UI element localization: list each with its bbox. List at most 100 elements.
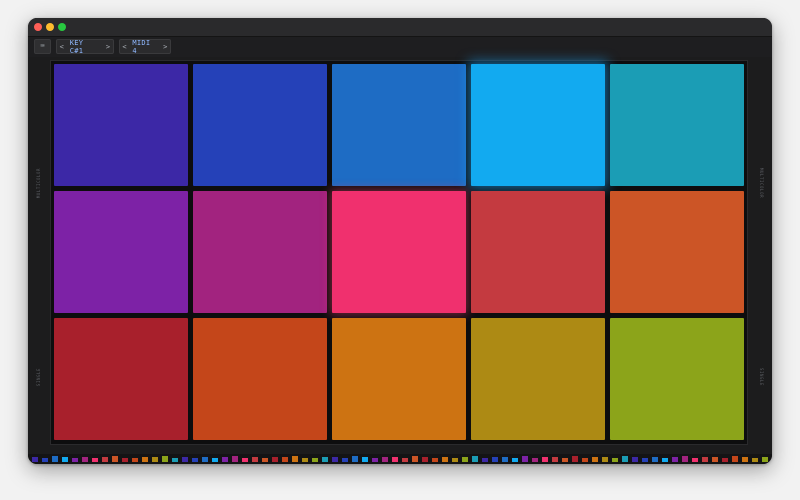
meter-bar bbox=[212, 458, 218, 462]
meter-bar bbox=[472, 456, 478, 462]
pad-r3-c5[interactable] bbox=[610, 318, 744, 440]
meter-bar bbox=[302, 458, 308, 462]
meter-bar bbox=[702, 457, 708, 462]
key-next-button[interactable]: > bbox=[103, 43, 113, 51]
meter-bar bbox=[222, 457, 228, 462]
pad-r1-c1[interactable] bbox=[54, 64, 188, 186]
meter-bar bbox=[62, 457, 68, 462]
meter-bar bbox=[272, 457, 278, 462]
pad-r1-c5[interactable] bbox=[610, 64, 744, 186]
meter-bar bbox=[342, 458, 348, 462]
meter-bar bbox=[622, 456, 628, 462]
meter-bar bbox=[102, 457, 108, 462]
midi-next-button[interactable]: > bbox=[161, 43, 170, 51]
meter-bar bbox=[452, 458, 458, 462]
meter-bar bbox=[722, 458, 728, 462]
meter-bar bbox=[242, 458, 248, 462]
pad-grid bbox=[50, 60, 748, 445]
midi-prev-button[interactable]: < bbox=[120, 43, 129, 51]
meter-bar bbox=[232, 456, 238, 462]
meter-bar bbox=[652, 457, 658, 462]
pad-r1-c4[interactable] bbox=[471, 64, 605, 186]
meter-bar bbox=[672, 457, 678, 462]
meter-bar bbox=[112, 456, 118, 462]
side-label-single-left: SINGLE bbox=[36, 368, 41, 387]
midi-value: MIDI 4 bbox=[132, 38, 151, 55]
meter-bar bbox=[362, 457, 368, 462]
meter-bar bbox=[192, 458, 198, 462]
pad-r2-c4[interactable] bbox=[471, 191, 605, 313]
toolbar: ⌨ < KEY C#1 > < MIDI 4 > bbox=[28, 37, 772, 57]
keyboard-icon[interactable]: ⌨ bbox=[34, 39, 51, 54]
meter-bar bbox=[542, 457, 548, 462]
side-label-multicolor-left: MULTICOLOR bbox=[36, 168, 41, 199]
pad-r3-c4[interactable] bbox=[471, 318, 605, 440]
meter-bar bbox=[312, 458, 318, 462]
meter-bar bbox=[422, 457, 428, 462]
meter-bar bbox=[322, 457, 328, 462]
meter-bar bbox=[142, 457, 148, 462]
meter-bar bbox=[642, 458, 648, 462]
meter-bar bbox=[752, 458, 758, 462]
meter-bar bbox=[552, 457, 558, 462]
midi-selector: < MIDI 4 > bbox=[119, 38, 171, 55]
level-meter bbox=[28, 454, 772, 464]
meter-bar bbox=[662, 458, 668, 462]
meter-bar bbox=[122, 458, 128, 462]
meter-bar bbox=[522, 456, 528, 462]
meter-bar bbox=[392, 457, 398, 462]
meter-bar bbox=[262, 458, 268, 462]
pad-r1-c2[interactable] bbox=[193, 64, 327, 186]
close-button[interactable] bbox=[34, 23, 42, 31]
meter-bar bbox=[692, 458, 698, 462]
meter-bar bbox=[52, 456, 58, 462]
meter-bar bbox=[372, 458, 378, 462]
meter-bar bbox=[402, 458, 408, 462]
key-prev-button[interactable]: < bbox=[57, 43, 67, 51]
meter-bar bbox=[602, 457, 608, 462]
meter-bar bbox=[482, 458, 488, 462]
pad-r3-c3[interactable] bbox=[332, 318, 466, 440]
meter-bar bbox=[442, 457, 448, 462]
meter-bar bbox=[332, 457, 338, 462]
pad-r3-c1[interactable] bbox=[54, 318, 188, 440]
pad-r2-c1[interactable] bbox=[54, 191, 188, 313]
meter-bar bbox=[532, 458, 538, 462]
meter-bar bbox=[462, 457, 468, 462]
pad-r3-c2[interactable] bbox=[193, 318, 327, 440]
meter-bar bbox=[742, 457, 748, 462]
meter-bar bbox=[732, 456, 738, 462]
meter-bar bbox=[712, 457, 718, 462]
meter-bar bbox=[172, 458, 178, 462]
meter-bar bbox=[762, 457, 768, 462]
meter-bar bbox=[502, 457, 508, 462]
meter-bar bbox=[512, 458, 518, 462]
key-value: KEY C#1 bbox=[69, 38, 84, 55]
meter-bar bbox=[682, 456, 688, 462]
pad-r2-c2[interactable] bbox=[193, 191, 327, 313]
meter-bar bbox=[572, 456, 578, 462]
meter-bar bbox=[292, 456, 298, 462]
meter-bar bbox=[582, 458, 588, 462]
key-selector: < KEY C#1 > bbox=[56, 38, 114, 55]
meter-bar bbox=[42, 458, 48, 462]
meter-bar bbox=[152, 457, 158, 462]
meter-bar bbox=[492, 457, 498, 462]
meter-bar bbox=[562, 458, 568, 462]
meter-bar bbox=[632, 457, 638, 462]
meter-bar bbox=[282, 457, 288, 462]
meter-bar bbox=[182, 457, 188, 462]
meter-bar bbox=[612, 458, 618, 462]
pad-r2-c5[interactable] bbox=[610, 191, 744, 313]
pad-r1-c3[interactable] bbox=[332, 64, 466, 186]
meter-bar bbox=[162, 456, 168, 462]
app-window: ⌨ < KEY C#1 > < MIDI 4 > MULTICOLOR SING… bbox=[28, 18, 772, 464]
meter-bar bbox=[412, 456, 418, 462]
meter-bar bbox=[252, 457, 258, 462]
pad-r2-c3[interactable] bbox=[332, 191, 466, 313]
meter-bar bbox=[72, 458, 78, 462]
zoom-button[interactable] bbox=[58, 23, 66, 31]
title-bar bbox=[28, 18, 772, 37]
minimize-button[interactable] bbox=[46, 23, 54, 31]
side-label-multicolor-right: MULTICOLOR bbox=[759, 168, 764, 199]
